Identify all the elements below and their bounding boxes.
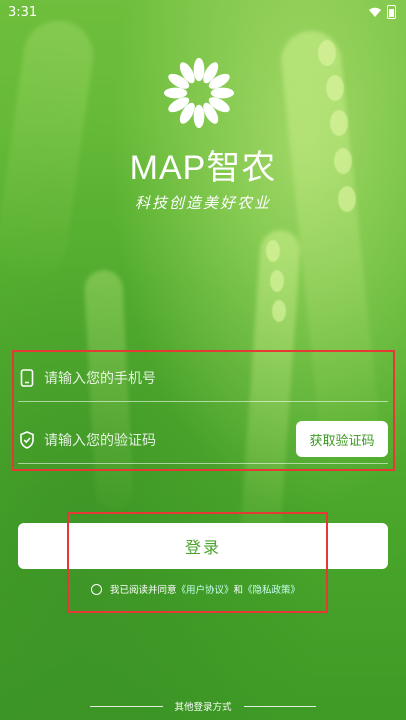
wheat-grain [270,270,284,292]
other-login-label[interactable]: 其他登录方式 [163,699,244,713]
brand-slogan: 科技创造美好农业 [134,194,271,212]
status-bar: 3:31 [0,0,406,26]
battery-icon [387,5,396,19]
wifi-icon [369,7,381,17]
wheat-grain [326,75,344,101]
wheat-grain [330,110,348,136]
highlight-box-login [67,512,328,613]
wheat-grain [318,40,336,66]
brand-name: MAP智农 [129,149,277,187]
status-time: 3:31 [8,5,38,20]
status-icons [369,5,396,19]
highlight-box-inputs [12,350,395,471]
wheat-grain [266,240,280,262]
login-screen: 3:31 MAP智农 科技创造美好农业 请输入您的手机号 请输入您的验证码 获取… [0,0,406,720]
divider-line [243,705,317,707]
divider-line [90,705,163,707]
wheat-grain [272,300,286,322]
daisy-logo-icon [163,57,235,129]
other-login-divider: 其他登录方式 [90,699,317,713]
